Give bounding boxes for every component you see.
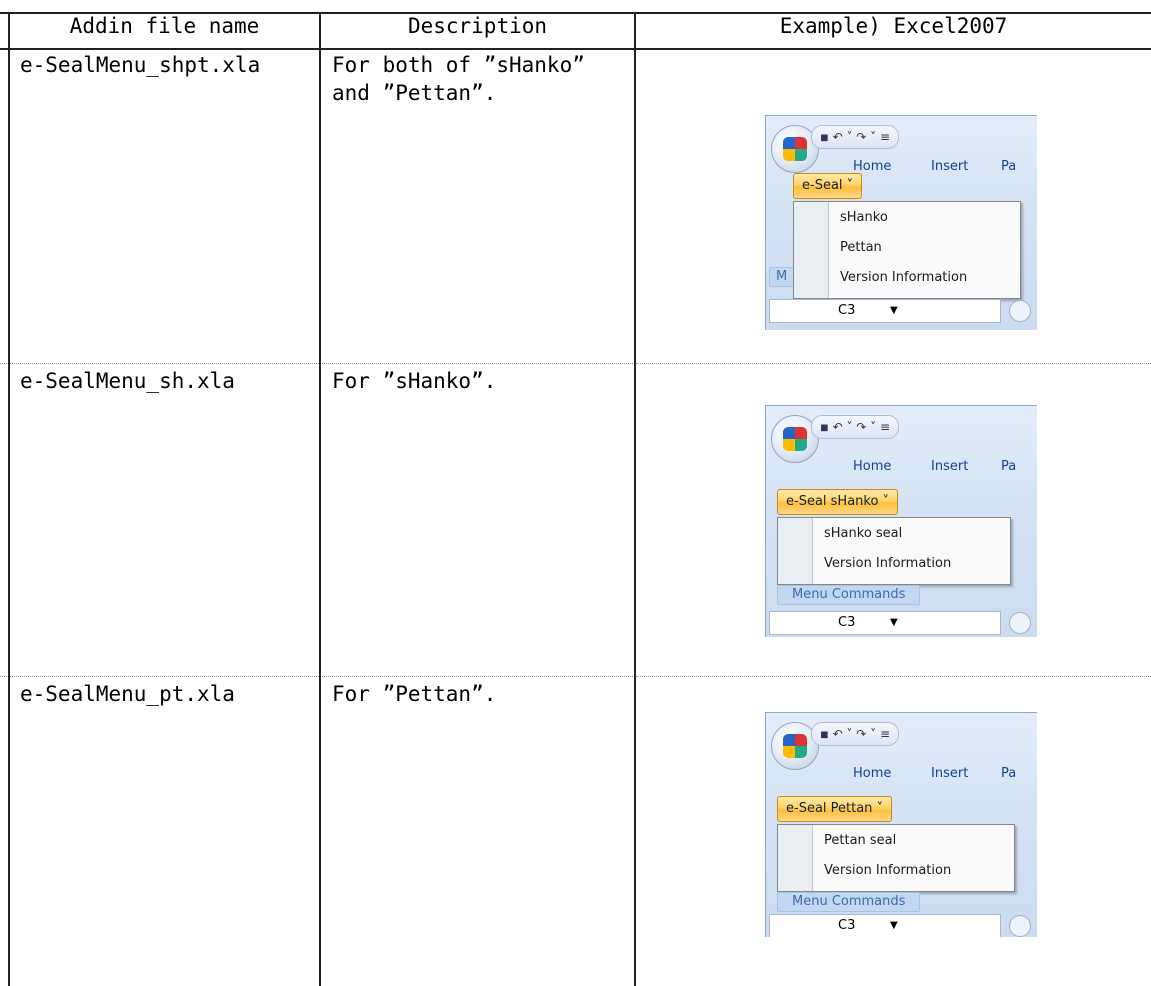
e-seal-dropdown-menu: sHanko seal Version Information [777, 517, 1011, 585]
dropdown-arrow-icon[interactable]: ▼ [890, 300, 898, 322]
row-description: For both of ”sHanko” [332, 53, 585, 77]
e-seal-menu-button[interactable]: e-Seal ˅ [793, 173, 863, 199]
menu-item-shanko[interactable]: sHanko [840, 210, 888, 225]
tab-home[interactable]: Home [853, 459, 891, 474]
menu-item-version-information[interactable]: Version Information [824, 863, 951, 878]
tab-page-layout[interactable]: Pa [1001, 766, 1016, 781]
formula-bar-button-icon[interactable] [1009, 612, 1031, 634]
name-box[interactable]: C3 ▼ [769, 914, 1001, 937]
menu-icon-strip [778, 518, 813, 584]
menu-item-shanko-seal[interactable]: sHanko seal [824, 526, 902, 541]
name-box[interactable]: C3 ▼ [769, 299, 1001, 323]
row-description: and ”Pettan”. [332, 81, 497, 105]
row-divider [0, 363, 1151, 364]
dropdown-arrow-icon[interactable]: ▼ [890, 915, 898, 937]
row-file-name: e-SealMenu_pt.xla [20, 682, 235, 706]
e-seal-shanko-menu-button[interactable]: e-Seal sHanko ˅ [777, 489, 899, 515]
menu-icon-strip [778, 825, 813, 891]
menu-icon-strip [794, 202, 829, 298]
menu-item-pettan-seal[interactable]: Pettan seal [824, 833, 896, 848]
name-box[interactable]: C3 ▼ [769, 611, 1001, 635]
dropdown-arrow-icon[interactable]: ▼ [890, 612, 898, 634]
tab-page-layout[interactable]: Pa [1001, 159, 1016, 174]
name-box-value: C3 [838, 918, 856, 933]
row-file-name: e-SealMenu_shpt.xla [20, 53, 261, 77]
formula-bar-button-icon[interactable] [1009, 300, 1031, 322]
quick-access-toolbar[interactable]: ◾ ↶ ˅ ↷ ˅ ≡ [811, 125, 900, 149]
column-divider [319, 12, 321, 986]
menu-item-version-information[interactable]: Version Information [840, 270, 967, 285]
header-description: Description [407, 14, 548, 38]
row-file-name: e-SealMenu_sh.xla [20, 369, 235, 393]
header-example: Example) Excel2007 [779, 14, 1008, 38]
tab-insert[interactable]: Insert [931, 159, 968, 174]
e-seal-dropdown-menu: Pettan seal Version Information [777, 824, 1015, 892]
e-seal-pettan-menu-button[interactable]: e-Seal Pettan ˅ [777, 796, 893, 822]
tab-page-layout[interactable]: Pa [1001, 459, 1016, 474]
row-description: For ”sHanko”. [332, 369, 497, 393]
header-addin-file-name: Addin file name [69, 14, 260, 38]
name-box-value: C3 [838, 615, 856, 630]
tab-home[interactable]: Home [853, 766, 891, 781]
menu-commands-group-label: Menu Commands [777, 585, 921, 605]
menu-item-version-information[interactable]: Version Information [824, 556, 951, 571]
menu-commands-group-label: Menu Commands [777, 892, 921, 912]
quick-access-toolbar[interactable]: ◾ ↶ ˅ ↷ ˅ ≡ [811, 415, 900, 439]
tab-insert[interactable]: Insert [931, 766, 968, 781]
e-seal-dropdown-menu: sHanko Pettan Version Information [793, 201, 1021, 299]
name-box-value: C3 [838, 303, 856, 318]
menu-commands-group-label: M [769, 267, 795, 287]
column-divider [634, 12, 636, 986]
row-divider [0, 676, 1151, 677]
header-bottom-border [0, 48, 1151, 50]
excel-screenshot: ◾ ↶ ˅ ↷ ˅ ≡ Home Insert Pa M e-Seal ˅ sH… [765, 115, 1037, 330]
office-logo-icon [783, 734, 807, 758]
tab-insert[interactable]: Insert [931, 459, 968, 474]
excel-screenshot: ◾ ↶ ˅ ↷ ˅ ≡ Home Insert Pa e-Seal Pettan… [765, 712, 1037, 937]
office-logo-icon [783, 137, 807, 161]
addin-table: Addin file name Description Example) Exc… [0, 0, 1151, 986]
table-left-border [8, 12, 10, 986]
quick-access-toolbar[interactable]: ◾ ↶ ˅ ↷ ˅ ≡ [811, 722, 900, 746]
excel-screenshot: ◾ ↶ ˅ ↷ ˅ ≡ Home Insert Pa e-Seal sHanko… [765, 405, 1037, 637]
office-logo-icon [783, 427, 807, 451]
menu-item-pettan[interactable]: Pettan [840, 240, 882, 255]
tab-home[interactable]: Home [853, 159, 891, 174]
formula-bar-button-icon[interactable] [1009, 915, 1031, 937]
row-description: For ”Pettan”. [332, 682, 497, 706]
